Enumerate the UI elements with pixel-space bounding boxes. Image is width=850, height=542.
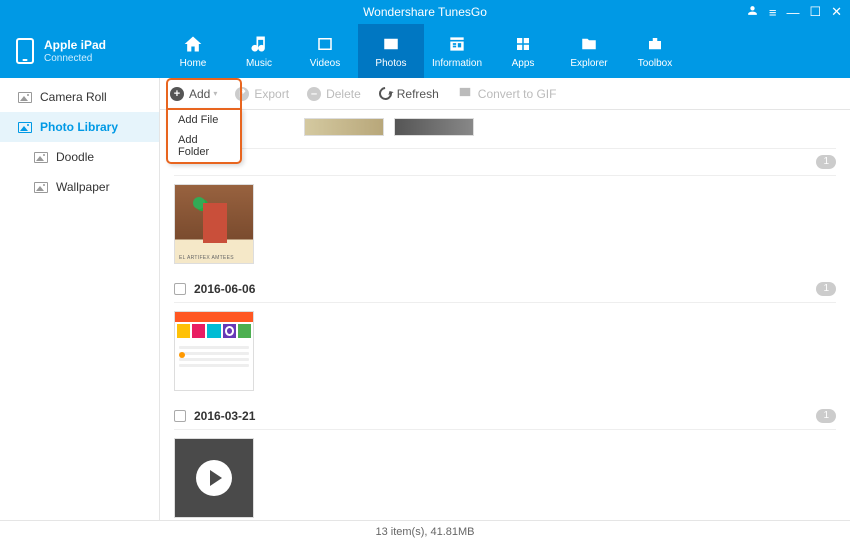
- tablet-icon: [16, 38, 34, 64]
- add-button[interactable]: + Add ▾: [170, 87, 217, 101]
- menu-icon[interactable]: ≡: [769, 5, 777, 20]
- tab-home[interactable]: Home: [160, 24, 226, 78]
- refresh-icon: [376, 84, 394, 102]
- status-bar: 13 item(s), 41.81MB: [0, 520, 850, 542]
- tab-photos[interactable]: Photos: [358, 24, 424, 78]
- sidebar-item-wallpaper[interactable]: Wallpaper: [0, 172, 159, 202]
- add-dropdown: Add File Add Folder: [166, 108, 242, 164]
- refresh-button[interactable]: Refresh: [379, 87, 439, 101]
- device-status: Connected: [44, 53, 106, 64]
- group-header: 1: [174, 148, 836, 176]
- sidebar: Camera Roll Photo Library Doodle Wallpap…: [0, 78, 160, 520]
- navbar: Apple iPad Connected Home Music Videos P…: [0, 24, 850, 78]
- minus-icon: –: [307, 87, 321, 101]
- tab-apps[interactable]: Apps: [490, 24, 556, 78]
- picture-icon: [18, 122, 32, 133]
- add-file-item[interactable]: Add File: [168, 110, 240, 130]
- delete-button[interactable]: – Delete: [307, 87, 361, 101]
- photo-scroll-area[interactable]: 1 EL ARTIFEX AMTEES 2016-06-06 1 2016-03…: [160, 110, 850, 520]
- photo-thumb[interactable]: EL ARTIFEX AMTEES: [174, 184, 254, 264]
- tab-explorer[interactable]: Explorer: [556, 24, 622, 78]
- sidebar-item-doodle[interactable]: Doodle: [0, 142, 159, 172]
- photo-thumb[interactable]: [394, 118, 474, 136]
- group-checkbox[interactable]: [174, 410, 186, 422]
- maximize-icon[interactable]: ☐: [809, 4, 821, 20]
- picture-icon: [34, 182, 48, 193]
- status-text: 13 item(s), 41.81MB: [375, 526, 474, 538]
- export-icon: ↱: [235, 87, 249, 101]
- gif-icon: [457, 85, 473, 102]
- play-icon: [196, 460, 232, 496]
- group-date: 2016-06-06: [194, 282, 808, 296]
- photos-icon: [380, 34, 402, 54]
- close-icon[interactable]: ✕: [831, 4, 842, 20]
- convert-gif-button[interactable]: Convert to GIF: [457, 85, 557, 102]
- add-folder-item[interactable]: Add Folder: [168, 130, 240, 162]
- sidebar-item-camera-roll[interactable]: Camera Roll: [0, 82, 159, 112]
- toolbar: + Add ▾ ↱ Export – Delete Refresh Conver…: [160, 78, 850, 110]
- tab-music[interactable]: Music: [226, 24, 292, 78]
- export-button[interactable]: ↱ Export: [235, 87, 289, 101]
- group-header: 2016-03-21 1: [174, 403, 836, 430]
- minimize-icon[interactable]: —: [786, 5, 799, 20]
- count-badge: 1: [816, 282, 836, 296]
- window-controls: ≡ — ☐ ✕: [746, 0, 842, 24]
- group-header: 2016-06-06 1: [174, 276, 836, 303]
- home-icon: [182, 34, 204, 54]
- tab-information[interactable]: Information: [424, 24, 490, 78]
- content: + Add ▾ ↱ Export – Delete Refresh Conver…: [160, 78, 850, 520]
- toolbox-icon: [644, 34, 666, 54]
- music-icon: [248, 34, 270, 54]
- app-title: Wondershare TunesGo: [363, 5, 487, 19]
- device-name: Apple iPad: [44, 38, 106, 52]
- picture-icon: [18, 92, 32, 103]
- plus-icon: +: [170, 87, 184, 101]
- tab-toolbox[interactable]: Toolbox: [622, 24, 688, 78]
- photo-thumb[interactable]: [304, 118, 384, 136]
- photo-thumb[interactable]: [174, 311, 254, 391]
- titlebar: Wondershare TunesGo ≡ — ☐ ✕: [0, 0, 850, 24]
- picture-icon: [34, 152, 48, 163]
- information-icon: [446, 34, 468, 54]
- count-badge: 1: [816, 409, 836, 423]
- user-icon[interactable]: [746, 4, 759, 20]
- explorer-icon: [578, 34, 600, 54]
- sidebar-item-photo-library[interactable]: Photo Library: [0, 112, 159, 142]
- group-checkbox[interactable]: [174, 283, 186, 295]
- device-pane[interactable]: Apple iPad Connected: [0, 24, 160, 78]
- count-badge: 1: [816, 155, 836, 169]
- chevron-down-icon: ▾: [213, 89, 217, 98]
- group-date: 2016-03-21: [194, 409, 808, 423]
- apps-icon: [512, 34, 534, 54]
- videos-icon: [314, 34, 336, 54]
- nav-tabs: Home Music Videos Photos Information App…: [160, 24, 850, 78]
- video-thumb[interactable]: [174, 438, 254, 518]
- tab-videos[interactable]: Videos: [292, 24, 358, 78]
